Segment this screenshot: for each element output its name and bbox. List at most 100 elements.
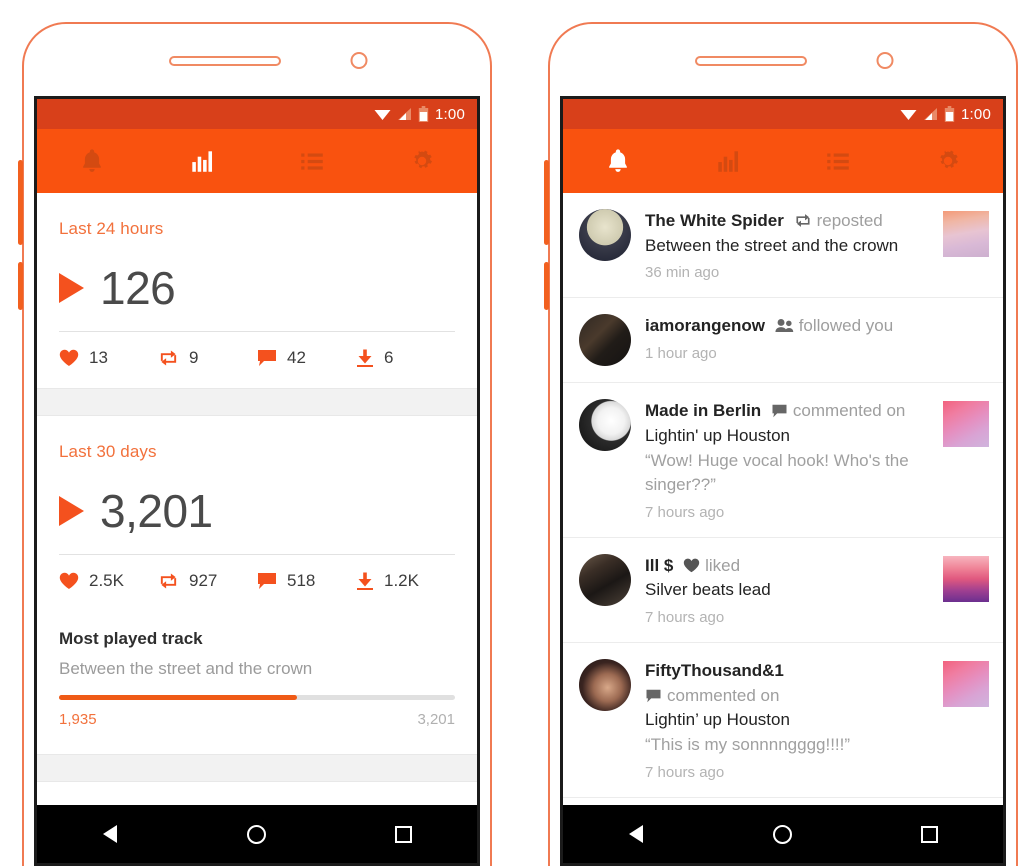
back-button[interactable]	[601, 825, 671, 843]
battery-icon	[418, 106, 429, 122]
notification-item[interactable]: Ill $ liked Silver beats lead 7 hours ag…	[563, 538, 1003, 644]
notification-time: 7 hours ago	[645, 763, 725, 781]
play-icon	[59, 496, 84, 526]
phone-mockup-left: 1:00 Last 24 hours 126 13 9 42 6 Last 30…	[14, 0, 500, 866]
home-button[interactable]	[222, 824, 292, 844]
most-played-track-section: Most played track Between the street and…	[37, 611, 477, 728]
notification-time: 7 hours ago	[645, 609, 725, 627]
notification-item[interactable]: FiftyThousand&1 commented on Lightin’ up…	[563, 643, 1003, 798]
notification-item[interactable]: Made in Berlin commented on Lightin' up …	[563, 383, 1003, 538]
cellular-signal-icon	[924, 108, 937, 120]
avatar[interactable]	[579, 314, 631, 367]
repost-icon	[160, 350, 177, 366]
metric-downloads: 1.2K	[356, 571, 455, 591]
play-count-value: 3,201	[100, 485, 213, 537]
period-label: Last 30 days	[59, 442, 157, 461]
metric-value: 13	[89, 348, 108, 367]
power-button[interactable]	[18, 262, 23, 310]
recents-button[interactable]	[895, 825, 965, 843]
bar-chart-icon	[718, 151, 739, 172]
status-bar-time: 1:00	[961, 105, 991, 123]
notification-track[interactable]: Between the street and the crown	[645, 234, 929, 259]
back-button[interactable]	[75, 825, 145, 843]
comment-icon	[772, 405, 787, 418]
repost-icon	[160, 573, 177, 589]
notification-user: Made in Berlin	[645, 401, 762, 421]
earpiece-speaker	[169, 56, 281, 66]
notification-action-line: commented on	[645, 684, 929, 709]
volume-button[interactable]	[18, 160, 23, 245]
avatar[interactable]	[579, 209, 631, 261]
tab-notifications[interactable]	[563, 147, 673, 175]
notification-track[interactable]: Silver beats lead	[645, 578, 929, 603]
recents-button[interactable]	[369, 825, 439, 843]
notification-track[interactable]: Lightin' up Houston	[645, 424, 929, 449]
avatar[interactable]	[579, 659, 631, 712]
tab-stats[interactable]	[147, 147, 257, 175]
notification-action: commented on	[792, 401, 906, 421]
notification-action: commented on	[667, 685, 780, 705]
home-button[interactable]	[748, 824, 818, 844]
notification-headline: The White Spider reposted	[645, 209, 929, 234]
tab-notifications[interactable]	[37, 147, 147, 175]
notification-user: FiftyThousand&1	[645, 661, 784, 681]
notification-track[interactable]: Lightin’ up Houston	[645, 708, 929, 733]
power-button[interactable]	[544, 262, 549, 310]
notification-headline: FiftyThousand&1	[645, 659, 929, 684]
notification-time: 1 hour ago	[645, 344, 717, 362]
tab-stats[interactable]	[673, 147, 783, 175]
avatar[interactable]	[579, 553, 631, 606]
play-count-value: 126	[100, 262, 176, 314]
most-played-heading: Most played track	[59, 629, 203, 648]
metrics-row: 13 9 42 6	[59, 332, 455, 388]
phone-screen-right: 1:00 The White Spider reposted Between t…	[560, 96, 1006, 866]
gear-icon	[940, 150, 959, 169]
bell-icon	[83, 149, 101, 172]
metric-value: 6	[384, 348, 394, 367]
progress-bar-labels: 1,935 3,201	[59, 711, 455, 728]
triangle-back-icon	[629, 825, 644, 843]
circle-home-icon	[247, 824, 267, 844]
section-separator	[37, 388, 477, 416]
notification-text: Made in Berlin commented on Lightin' up …	[645, 399, 929, 521]
notification-user: iamorangenow	[645, 316, 765, 336]
repost-icon	[796, 214, 810, 227]
notification-text: Ill $ liked Silver beats lead 7 hours ag…	[645, 554, 929, 626]
screenshot-stage: 1:00 Last 24 hours 126 13 9 42 6 Last 30…	[0, 0, 1024, 866]
tab-settings[interactable]	[893, 147, 1003, 175]
notification-item[interactable]: The White Spider reposted Between the st…	[563, 193, 1003, 299]
download-icon	[357, 572, 373, 590]
tab-settings[interactable]	[367, 147, 477, 175]
status-bar: 1:00	[563, 99, 1003, 129]
notification-text: The White Spider reposted Between the st…	[645, 209, 929, 281]
metric-likes: 13	[59, 348, 158, 368]
progress-bar-fill	[59, 695, 297, 700]
avatar[interactable]	[579, 399, 631, 452]
android-nav-bar	[37, 805, 477, 863]
app-toolbar	[37, 129, 477, 193]
stats-block: Last 24 hours 126 13 9 42 6	[37, 193, 477, 388]
metric-reposts: 9	[158, 348, 257, 368]
metric-value: 42	[287, 348, 306, 367]
app-toolbar	[563, 129, 1003, 193]
tab-tracks[interactable]	[783, 147, 893, 175]
square-recents-icon	[921, 825, 939, 843]
metrics-row: 2.5K 927 518 1.2K	[59, 555, 455, 611]
phone-mockup-right: 1:00 The White Spider reposted Between t…	[540, 0, 1024, 866]
stats-content: Last 24 hours 126 13 9 42 6 Last 30 days…	[37, 193, 477, 805]
heart-icon	[683, 558, 700, 573]
notification-item[interactable]: iamorangenow followed you 1 hour ago	[563, 298, 1003, 384]
tab-tracks[interactable]	[257, 147, 367, 175]
triangle-back-icon	[103, 825, 118, 843]
notification-user: The White Spider	[645, 211, 784, 230]
front-camera-icon	[876, 52, 894, 69]
track-artwork[interactable]	[943, 555, 989, 602]
notification-action: liked	[705, 555, 741, 575]
volume-button[interactable]	[544, 160, 549, 245]
track-artwork[interactable]	[943, 661, 989, 708]
track-artwork[interactable]	[943, 401, 989, 448]
metric-value: 2.5K	[89, 571, 124, 590]
section-separator	[37, 754, 477, 782]
track-artwork[interactable]	[943, 211, 989, 257]
metric-comments: 518	[257, 571, 356, 591]
